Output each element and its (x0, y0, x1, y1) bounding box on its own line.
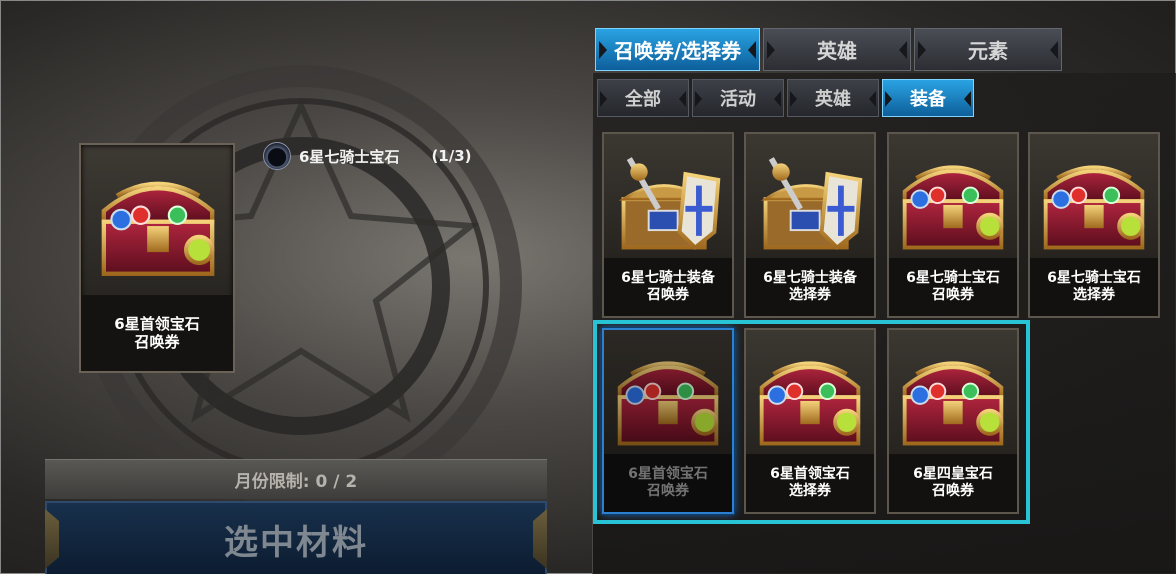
selected-item-card: 6星首领宝石 召唤券 (79, 143, 235, 373)
item-card[interactable]: 6星四皇宝石 召唤券 (887, 328, 1019, 514)
item-label-line1: 6星首领宝石 (628, 466, 708, 482)
subtab-all-label: 全部 (625, 89, 661, 110)
item-label-line1: 6星七骑士装备 (763, 270, 857, 286)
item-label-line2: 召唤券 (647, 483, 689, 499)
gem-chest-icon (610, 344, 726, 456)
item-card[interactable]: 6星七骑士装备 召唤券 (602, 132, 734, 318)
item-card[interactable]: 6星首领宝石 选择券 (744, 328, 876, 514)
selected-item-name: 6星首领宝石 召唤券 (81, 295, 233, 371)
item-label-line1: 6星七骑士宝石 (906, 270, 1000, 286)
subtab-event[interactable]: 活动 (692, 79, 784, 117)
item-label-line2: 召唤券 (932, 483, 974, 499)
tab-elements-label: 元素 (968, 39, 1008, 63)
requirement-count: (1/3) (431, 147, 472, 165)
selected-item-line2: 召唤券 (134, 333, 180, 351)
item-label-line2: 选择券 (789, 287, 831, 303)
subtab-event-label: 活动 (720, 89, 756, 110)
item-card[interactable]: 6星七骑士宝石 召唤券 (887, 132, 1019, 318)
button-ornament-right (533, 509, 547, 569)
requirement-name: 6星七骑士宝石 (299, 147, 400, 166)
select-material-label: 选中材料 (224, 522, 368, 563)
item-label-line2: 选择券 (789, 483, 831, 499)
requirement-row: 6星七骑士宝石 (1/3) (263, 142, 472, 170)
gem-slot-icon (263, 142, 291, 170)
item-label: 6星七骑士宝石 召唤券 (889, 258, 1017, 316)
item-label-line2: 选择券 (1073, 287, 1115, 303)
item-label-line1: 6星七骑士装备 (621, 270, 715, 286)
item-label: 6星四皇宝石 召唤券 (889, 454, 1017, 512)
item-label: 6星首领宝石 选择券 (746, 454, 874, 512)
monthly-limit: 月份限制: 0 / 2 (45, 459, 547, 499)
item-card[interactable]: 6星七骑士装备 选择券 (744, 132, 876, 318)
subtab-equipment-label: 装备 (910, 89, 946, 110)
item-label-line2: 召唤券 (932, 287, 974, 303)
subtab-all[interactable]: 全部 (597, 79, 689, 117)
gem-chest-icon (895, 148, 1011, 260)
gem-chest-icon (895, 344, 1011, 456)
item-label: 6星七骑士装备 选择券 (746, 258, 874, 316)
equipment-chest-icon (610, 148, 726, 260)
tab-heroes[interactable]: 英雄 (763, 28, 911, 71)
item-card-selected[interactable]: 6星首领宝石 召唤券 (602, 328, 734, 514)
sub-tabs: 全部 活动 英雄 装备 (597, 79, 974, 117)
monthly-limit-text: 月份限制: 0 / 2 (234, 472, 358, 492)
item-label: 6星七骑士宝石 选择券 (1030, 258, 1158, 316)
tab-tickets-label: 召唤券/选择券 (613, 39, 742, 63)
treasure-chest-icon (93, 165, 223, 285)
gem-chest-icon (752, 344, 868, 456)
item-label-line1: 6星七骑士宝石 (1047, 270, 1141, 286)
button-ornament-left (45, 509, 59, 569)
item-label: 6星七骑士装备 召唤券 (604, 258, 732, 316)
selected-item-line1: 6星首领宝石 (114, 315, 200, 333)
item-label: 6星首领宝石 召唤券 (604, 454, 732, 512)
item-card[interactable]: 6星七骑士宝石 选择券 (1028, 132, 1160, 318)
select-material-button[interactable]: 选中材料 (45, 501, 547, 574)
tab-heroes-label: 英雄 (817, 39, 857, 63)
tab-tickets[interactable]: 召唤券/选择券 (595, 28, 760, 71)
subtab-equipment[interactable]: 装备 (882, 79, 974, 117)
equipment-chest-icon (752, 148, 868, 260)
item-label-line2: 召唤券 (647, 287, 689, 303)
subtab-hero[interactable]: 英雄 (787, 79, 879, 117)
game-screen: 6星首领宝石 召唤券 6星七骑士宝石 (1/3) 月份限制: 0 / 2 选中材… (0, 0, 1176, 574)
item-label-line1: 6星四皇宝石 (913, 466, 993, 482)
subtab-hero-label: 英雄 (815, 89, 851, 110)
main-tabs: 召唤券/选择券 英雄 元素 (595, 28, 1062, 71)
gem-chest-icon (1036, 148, 1152, 260)
tab-elements[interactable]: 元素 (914, 28, 1062, 71)
item-label-line1: 6星首领宝石 (770, 466, 850, 482)
